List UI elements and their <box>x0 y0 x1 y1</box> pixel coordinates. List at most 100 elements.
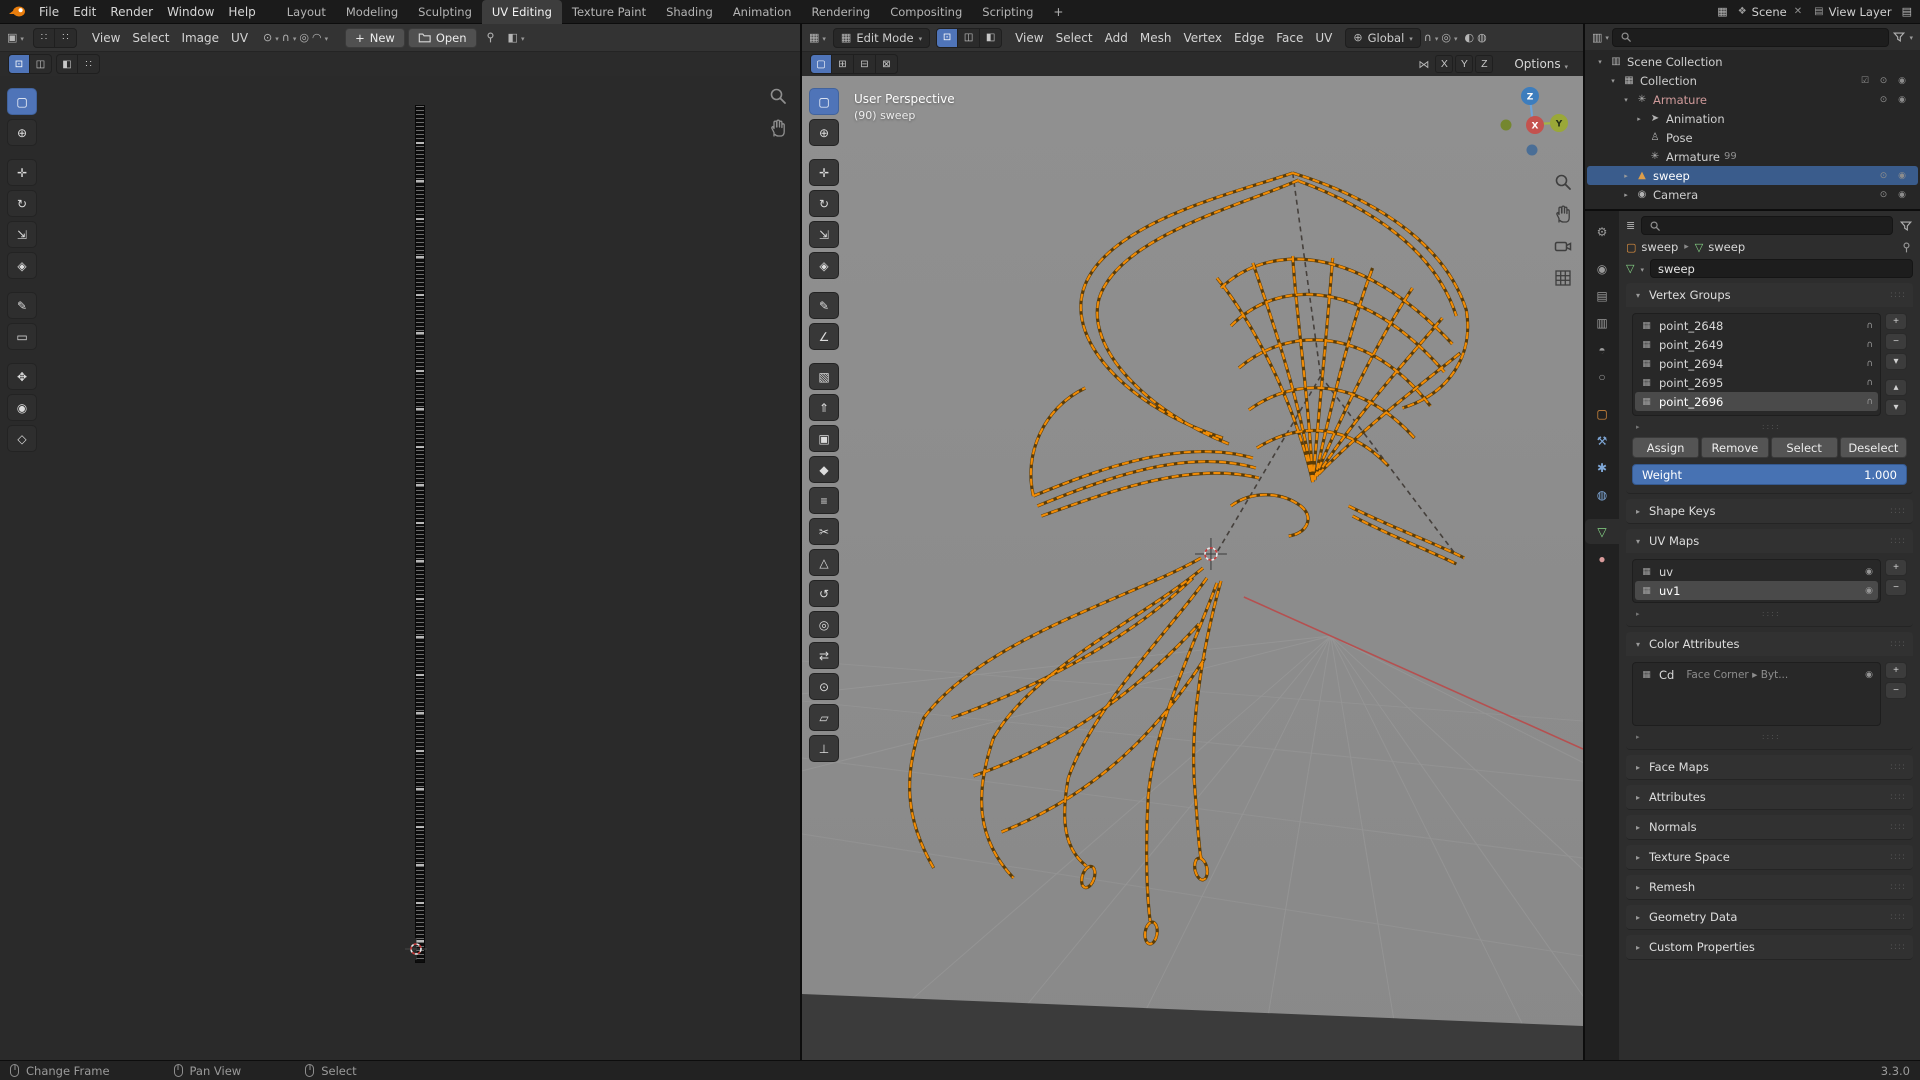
tool-loop-cut[interactable]: ≡ <box>809 487 839 514</box>
mirror-axis-button[interactable]: X <box>1435 55 1454 73</box>
uv-select-mode-face[interactable]: ◧ <box>56 54 78 74</box>
outliner-row-sweep[interactable]: ▸ ▲ sweep ⊙ ◉ <box>1587 166 1918 185</box>
pan-hand-icon[interactable] <box>1553 204 1573 224</box>
drag-handle-icon[interactable]: :::: <box>1890 762 1906 772</box>
select-subtract-icon[interactable]: ⊟ <box>854 54 876 74</box>
camera-view-icon[interactable] <box>1553 236 1573 256</box>
tool-rip-region[interactable]: ⊥ <box>809 735 839 762</box>
collapsed-panel-header[interactable]: ▸ Face Maps :::: <box>1626 755 1913 779</box>
remove-color-attribute-button[interactable]: − <box>1885 682 1907 699</box>
weight-slider[interactable]: Weight 1.000 <box>1632 464 1907 485</box>
workspace-tab-uv-editing[interactable]: UV Editing <box>481 0 562 24</box>
tool-poly-build[interactable]: △ <box>809 549 839 576</box>
window-icon[interactable]: ▤ <box>1902 5 1912 18</box>
uv-select-mode-edge[interactable]: ◫ <box>30 54 52 74</box>
tool-grab[interactable]: ✥ <box>7 363 37 390</box>
drag-handle-icon[interactable]: :::: <box>1890 822 1906 832</box>
drag-handle-icon[interactable]: :::: <box>1890 882 1906 892</box>
uv-sticky-select-icon[interactable]: ∷ <box>54 27 77 48</box>
tool-rip-region[interactable]: ▭ <box>7 323 37 350</box>
app-menu-item[interactable]: File <box>32 3 66 21</box>
mesh-object-sweep[interactable] <box>908 171 1470 947</box>
tool-measure[interactable]: ∠ <box>809 323 839 350</box>
collapsed-panel-header[interactable]: ▸ Normals :::: <box>1626 815 1913 839</box>
app-menu-item[interactable]: Help <box>221 3 262 21</box>
proportional-editing-icon[interactable]: ◎ <box>1441 31 1451 44</box>
expander-icon[interactable]: ▾ <box>1621 96 1631 104</box>
vertex-group-item[interactable]: ▦ point_2695 ∩ <box>1635 373 1878 392</box>
tool-transform[interactable]: ◈ <box>7 252 37 279</box>
panel-header-vertex-groups[interactable]: ▾ Vertex Groups :::: <box>1626 283 1913 307</box>
outliner-row-pose[interactable]: ♙ Pose <box>1587 128 1918 147</box>
viewport-canvas[interactable]: ▢ ⊕ ✛ ↻ ⇲ ◈ ✎ ∠ ▧ ⇑ ▣ ◆ ≡ ✂ △ ↺ ◎ ⇄ ⊙ ▱ ⊥ User Perspective (… <box>802 76 1583 1060</box>
uv-select-mode-vertex[interactable]: ⊡ <box>8 54 30 74</box>
gizmo-z-label[interactable]: Z <box>1527 93 1534 103</box>
row-visibility-icons[interactable]: ⊙ ◉ <box>1880 171 1910 181</box>
zoom-icon[interactable] <box>1553 172 1573 192</box>
tool-rotate[interactable]: ↻ <box>809 190 839 217</box>
viewport-menu-item[interactable]: UV <box>1309 29 1338 47</box>
row-visibility-icons[interactable]: ⊙ ◉ <box>1880 95 1910 105</box>
orthographic-grid-icon[interactable] <box>1553 268 1573 288</box>
remove-uv-map-button[interactable]: − <box>1885 579 1907 596</box>
drag-handle-icon[interactable]: :::: <box>1890 639 1906 649</box>
editor-type-properties-icon[interactable]: ≣ <box>1626 219 1635 232</box>
editor-type-image-icon[interactable]: ▣ <box>7 31 17 44</box>
tool-select-box[interactable]: ▢ <box>809 88 839 115</box>
workspace-tab-rendering[interactable]: Rendering <box>801 0 880 24</box>
workspace-tab-sculpting[interactable]: Sculpting <box>408 0 482 24</box>
tool-knife[interactable]: ✂ <box>809 518 839 545</box>
outliner-row-collection[interactable]: ▾ ▦ Collection ☑ ⊙ ◉ <box>1587 71 1918 90</box>
transform-orientation-selector[interactable]: ⊕ Global ▾ <box>1345 27 1421 48</box>
uv-menu-item[interactable]: View <box>86 29 126 47</box>
mode-selector[interactable]: ▦ Edit Mode ▾ <box>832 27 931 48</box>
gizmo-x-label[interactable]: X <box>1532 122 1539 132</box>
vertex-group-item[interactable]: ▦ point_2696 ∩ <box>1635 392 1878 411</box>
camera-icon[interactable]: ◉ <box>1865 670 1873 680</box>
pin-icon[interactable] <box>484 31 497 44</box>
breadcrumb-object[interactable]: ▢ sweep <box>1626 240 1678 254</box>
properties-tab-output[interactable]: ▤ <box>1585 283 1619 308</box>
expander-icon[interactable]: ▸ <box>1621 172 1631 180</box>
tool-edge-slide[interactable]: ⇄ <box>809 642 839 669</box>
add-workspace-button[interactable]: + <box>1045 5 1071 19</box>
tool-move[interactable]: ✛ <box>7 159 37 186</box>
drag-handle-icon[interactable]: :::: <box>1890 290 1906 300</box>
filter-icon[interactable] <box>1899 219 1913 233</box>
viewport-menu-item[interactable]: Mesh <box>1134 29 1178 47</box>
move-up-button[interactable]: ▴ <box>1885 379 1907 396</box>
select-extend-icon[interactable]: ⊞ <box>832 54 854 74</box>
drag-handle-icon[interactable]: :::: <box>1890 792 1906 802</box>
gizmo-y-label[interactable]: Y <box>1555 120 1563 130</box>
row-visibility-icons[interactable]: ☑ ⊙ ◉ <box>1861 76 1910 86</box>
chevron-down-icon[interactable]: ▾ <box>1640 266 1644 274</box>
properties-tab-particles[interactable]: ✱ <box>1585 455 1619 480</box>
assign-button[interactable]: Assign <box>1632 437 1700 458</box>
tool-move[interactable]: ✛ <box>809 159 839 186</box>
uv-map-item[interactable]: ▦ uv ◉ <box>1635 562 1878 581</box>
uv-canvas[interactable]: ▢ ⊕ ✛ ↻ ⇲ ◈ ✎ ▭ ✥ ◉ ◇ <box>0 76 800 1060</box>
viewport-menu-item[interactable]: View <box>1009 29 1049 47</box>
color-attribute-item[interactable]: ▦ Cd Face Corner ▸ Byt... ◉ <box>1635 665 1878 684</box>
workspace-tab-texture-paint[interactable]: Texture Paint <box>562 0 656 24</box>
scene-selector[interactable]: ❖ Scene ✕ <box>1738 5 1804 19</box>
drag-handle-icon[interactable]: :::: <box>1640 732 1903 741</box>
pivot-point-icon[interactable]: ⊙ <box>263 31 272 44</box>
uv-menu-item[interactable]: UV <box>225 29 254 47</box>
properties-tab-modifiers[interactable]: ⚒ <box>1585 428 1619 453</box>
gizmo-neg-z[interactable] <box>1526 144 1538 156</box>
new-image-button[interactable]: + New <box>345 27 405 48</box>
properties-tab-view-layer[interactable]: ▥ <box>1585 310 1619 335</box>
panel-header-shape-keys[interactable]: ▸ Shape Keys :::: <box>1626 499 1913 523</box>
lock-icon[interactable]: ∩ <box>1866 321 1873 331</box>
vertex-group-specials-button[interactable]: ▾ <box>1885 353 1907 370</box>
snap-magnet-icon[interactable]: ∩ <box>282 31 290 44</box>
uv-sync-select-icon[interactable]: ∷ <box>32 27 55 48</box>
viewport-menu-item[interactable]: Add <box>1099 29 1134 47</box>
properties-tab-render[interactable]: ◉ <box>1585 256 1619 281</box>
screen-layout-icon[interactable]: ▦ <box>1717 5 1727 18</box>
outliner-row-armature[interactable]: ▾ ✳ Armature ⊙ ◉ <box>1587 90 1918 109</box>
tool-shrink-fatten[interactable]: ⊙ <box>809 673 839 700</box>
tool-scale[interactable]: ⇲ <box>809 221 839 248</box>
add-uv-map-button[interactable]: + <box>1885 559 1907 576</box>
